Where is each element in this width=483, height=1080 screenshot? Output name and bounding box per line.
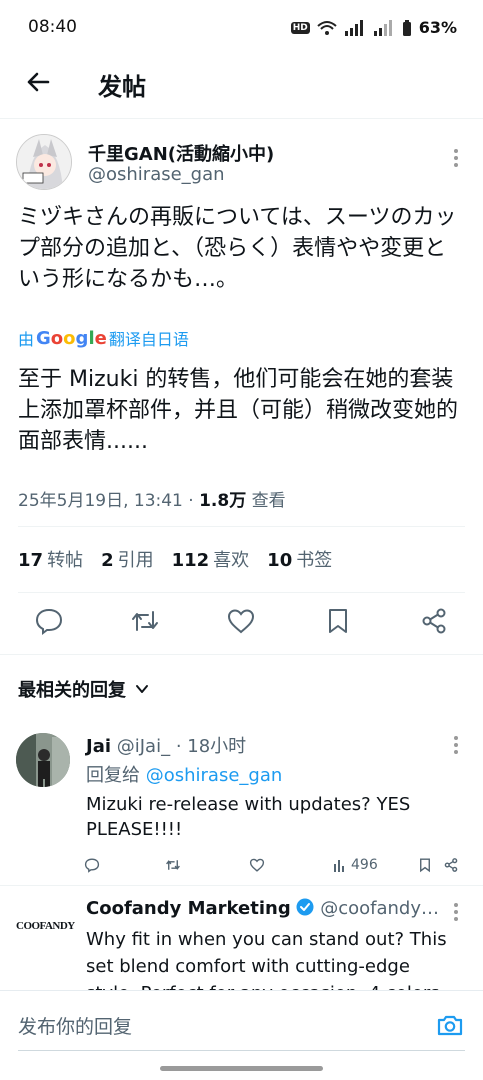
reply-avatar-jai[interactable]: [16, 733, 70, 787]
author-name[interactable]: 千里GAN(活動縮小中): [88, 140, 274, 166]
bookmark-icon: [420, 858, 430, 873]
back-button[interactable]: [22, 66, 54, 98]
translate-suffix: 翻译自日语: [108, 330, 189, 349]
battery-icon: [402, 19, 411, 36]
arrow-left-icon: [27, 72, 50, 92]
verified-badge-icon: [296, 898, 314, 916]
home-indicator: [160, 1066, 323, 1071]
reply-icon: [84, 858, 100, 873]
tweet-meta: 25年5月19日, 13:41 · 1.8万 查看: [18, 486, 286, 511]
chevron-down-icon: [136, 685, 148, 693]
reply-retweet-button[interactable]: [165, 856, 181, 874]
share-icon: [444, 858, 458, 872]
stat-likes[interactable]: 112 喜欢: [172, 546, 250, 572]
reply-more-button[interactable]: [444, 733, 468, 757]
signal-icon-2: [373, 19, 392, 36]
header-divider: [0, 118, 483, 119]
translated-text: 至于 Mizuki 的转售，他们可能会在她的套装上添加罩杯部件，并且（可能）稍微…: [18, 367, 459, 454]
author-avatar[interactable]: [16, 134, 72, 190]
retweet-button[interactable]: [130, 606, 160, 636]
heart-icon: [227, 609, 255, 634]
reply-name[interactable]: Coofandy Marketing: [86, 898, 291, 919]
more-vertical-icon: [454, 149, 458, 167]
more-vertical-icon: [454, 736, 458, 754]
composer-underline: [18, 1050, 465, 1051]
coofandy-logo[interactable]: COOFANDY: [16, 920, 75, 932]
status-icons: HD 63%: [290, 18, 457, 37]
heart-icon: [249, 858, 265, 872]
avatar-photo: [16, 733, 70, 787]
more-vertical-icon: [454, 903, 458, 921]
signal-icon: [344, 19, 363, 36]
actions-divider: [0, 654, 483, 655]
reply-reply-button[interactable]: [84, 856, 100, 874]
reply-like-button[interactable]: [249, 856, 265, 874]
replying-to-handle[interactable]: @oshirase_gan: [146, 765, 283, 786]
meta-divider: [18, 526, 465, 527]
page-title: 发帖: [98, 73, 146, 101]
views-label: 查看: [246, 491, 286, 511]
reply-text: Why fit in when you can stand out? This …: [86, 929, 447, 992]
translate-prefix: 由: [18, 330, 35, 349]
replies-sort-label: 最相关的回复: [18, 680, 126, 701]
reply-text: Mizuki re-release with updates? YES PLEA…: [86, 794, 411, 840]
hd-badge: HD: [290, 21, 310, 34]
reply-divider: [0, 885, 483, 886]
stat-retweets[interactable]: 17 转帖: [18, 546, 83, 572]
like-button[interactable]: [226, 606, 256, 636]
retweet-icon: [132, 611, 158, 631]
reply-share-button[interactable]: [443, 856, 459, 874]
bookmark-button[interactable]: [323, 606, 353, 636]
camera-icon: [437, 1015, 463, 1036]
translation-attribution[interactable]: 由 Google 翻译自日语: [18, 326, 189, 350]
stat-bookmarks[interactable]: 10 书签: [267, 546, 332, 572]
stats-divider: [18, 592, 465, 593]
views-icon: [334, 860, 344, 872]
reply-handle[interactable]: @iJai_: [117, 736, 170, 757]
stat-quotes[interactable]: 2 引用: [101, 546, 154, 572]
reply-handle[interactable]: @coofandy…: [320, 898, 439, 919]
replying-to: 回复给 @oshirase_gan: [86, 765, 283, 786]
battery-percent: 63%: [418, 18, 457, 37]
bookmark-icon: [329, 609, 347, 633]
reply-views-count: 496: [351, 857, 378, 873]
reply-more-button[interactable]: [444, 900, 468, 924]
status-time: 08:40: [28, 17, 77, 37]
reply-icon: [35, 608, 63, 635]
retweet-icon: [166, 860, 180, 870]
replies-sort-dropdown[interactable]: 最相关的回复: [18, 676, 150, 702]
reply-header-jai: Jai @iJai_ · 18小时: [86, 732, 246, 758]
google-logo: Google: [36, 327, 107, 349]
tweet-text: ミヅキさんの再販については、スーツのカップ部分の追加と、（恐らく）表情やや変更と…: [18, 205, 457, 292]
camera-button[interactable]: [436, 1011, 464, 1039]
reply-name[interactable]: Jai: [86, 736, 111, 757]
reply-views[interactable]: 496: [333, 856, 378, 874]
wifi-icon: [317, 20, 337, 35]
reply-bookmark-button[interactable]: [417, 856, 433, 874]
author-handle[interactable]: @oshirase_gan: [88, 164, 225, 185]
tweet-timestamp: 25年5月19日, 13:41 ·: [18, 491, 200, 511]
avatar-illustration: [17, 135, 71, 189]
reply-time: · 18小时: [170, 736, 247, 757]
tweet-stats: 17 转帖 2 引用 112 喜欢 10 书签: [18, 546, 332, 572]
share-icon: [422, 608, 446, 634]
views-count: 1.8万: [199, 491, 247, 511]
reply-button[interactable]: [34, 606, 64, 636]
more-options-button[interactable]: [444, 146, 468, 170]
reply-input[interactable]: 发布你的回复: [18, 1012, 132, 1039]
reply-header-coofandy: Coofandy Marketing @coofandy…: [86, 898, 439, 919]
share-button[interactable]: [419, 606, 449, 636]
